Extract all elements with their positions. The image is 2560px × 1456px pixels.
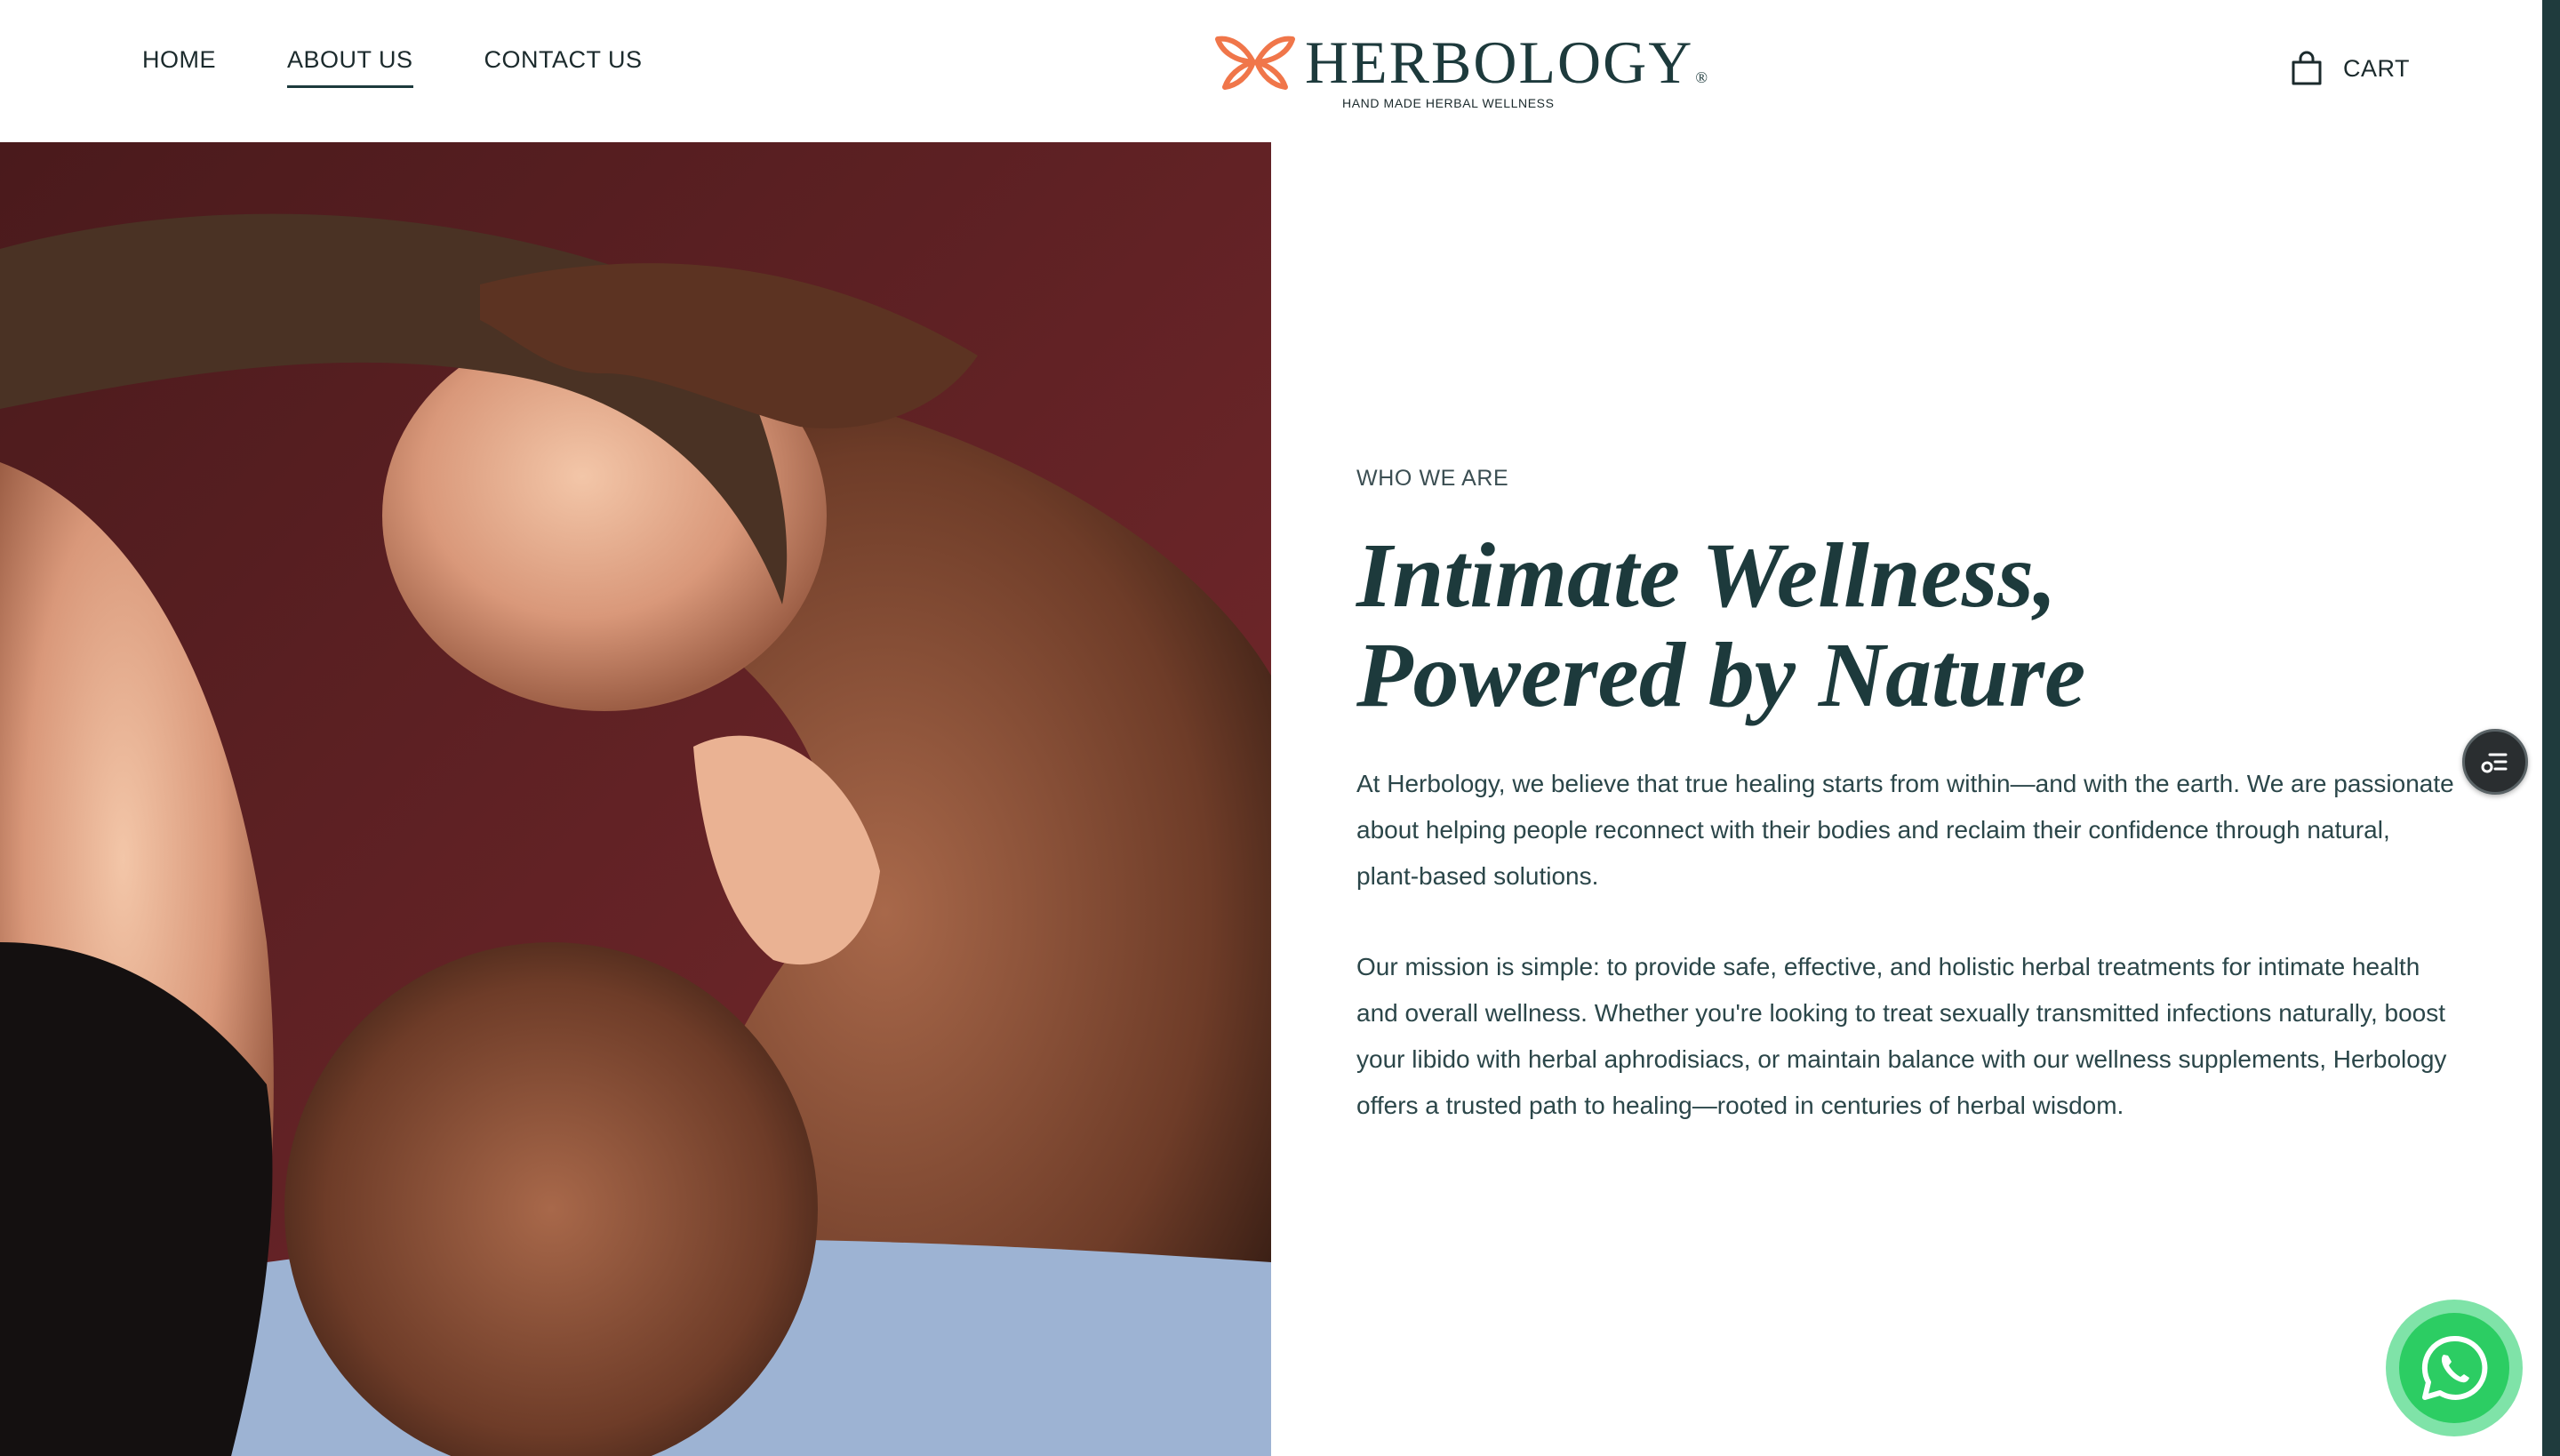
accessibility-menu-icon bbox=[2481, 753, 2508, 773]
brand-logo[interactable]: HERBOLOGY ® HAND MADE HERBAL WELLNESS bbox=[1212, 30, 1708, 116]
about-paragraph-2: Our mission is simple: to provide safe, … bbox=[1356, 953, 2447, 1119]
brand-name: HERBOLOGY ® bbox=[1305, 28, 1710, 96]
accessibility-menu-button[interactable] bbox=[2462, 729, 2528, 795]
nav-home[interactable]: HOME bbox=[142, 46, 216, 88]
page-title: Intimate Wellness, Powered by Nature bbox=[1356, 524, 2086, 726]
nav-about-us[interactable]: ABOUT US bbox=[287, 46, 413, 88]
section-eyebrow: WHO WE ARE bbox=[1356, 466, 1509, 491]
shopping-bag-icon bbox=[2292, 51, 2322, 85]
cart-label: CART bbox=[2343, 54, 2411, 82]
hero-photo bbox=[0, 142, 1271, 1456]
butterfly-leaf-icon bbox=[1215, 36, 1295, 90]
about-paragraph-1: At Herbology, we believe that true heali… bbox=[1356, 770, 2454, 890]
whatsapp-button[interactable] bbox=[2386, 1300, 2523, 1436]
page-edge-strip bbox=[2542, 0, 2560, 1456]
whatsapp-icon bbox=[2421, 1335, 2488, 1400]
whatsapp-button-inner bbox=[2399, 1313, 2509, 1423]
site-header: HOME ABOUT US CONTACT US HERBOLOGY ® HAND… bbox=[0, 0, 2542, 142]
brand-tagline: HAND MADE HERBAL WELLNESS bbox=[1342, 96, 1555, 110]
main-nav: HOME ABOUT US CONTACT US bbox=[142, 46, 643, 88]
nav-contact-us[interactable]: CONTACT US bbox=[484, 46, 643, 88]
cart-button[interactable]: CART bbox=[2288, 50, 2410, 87]
